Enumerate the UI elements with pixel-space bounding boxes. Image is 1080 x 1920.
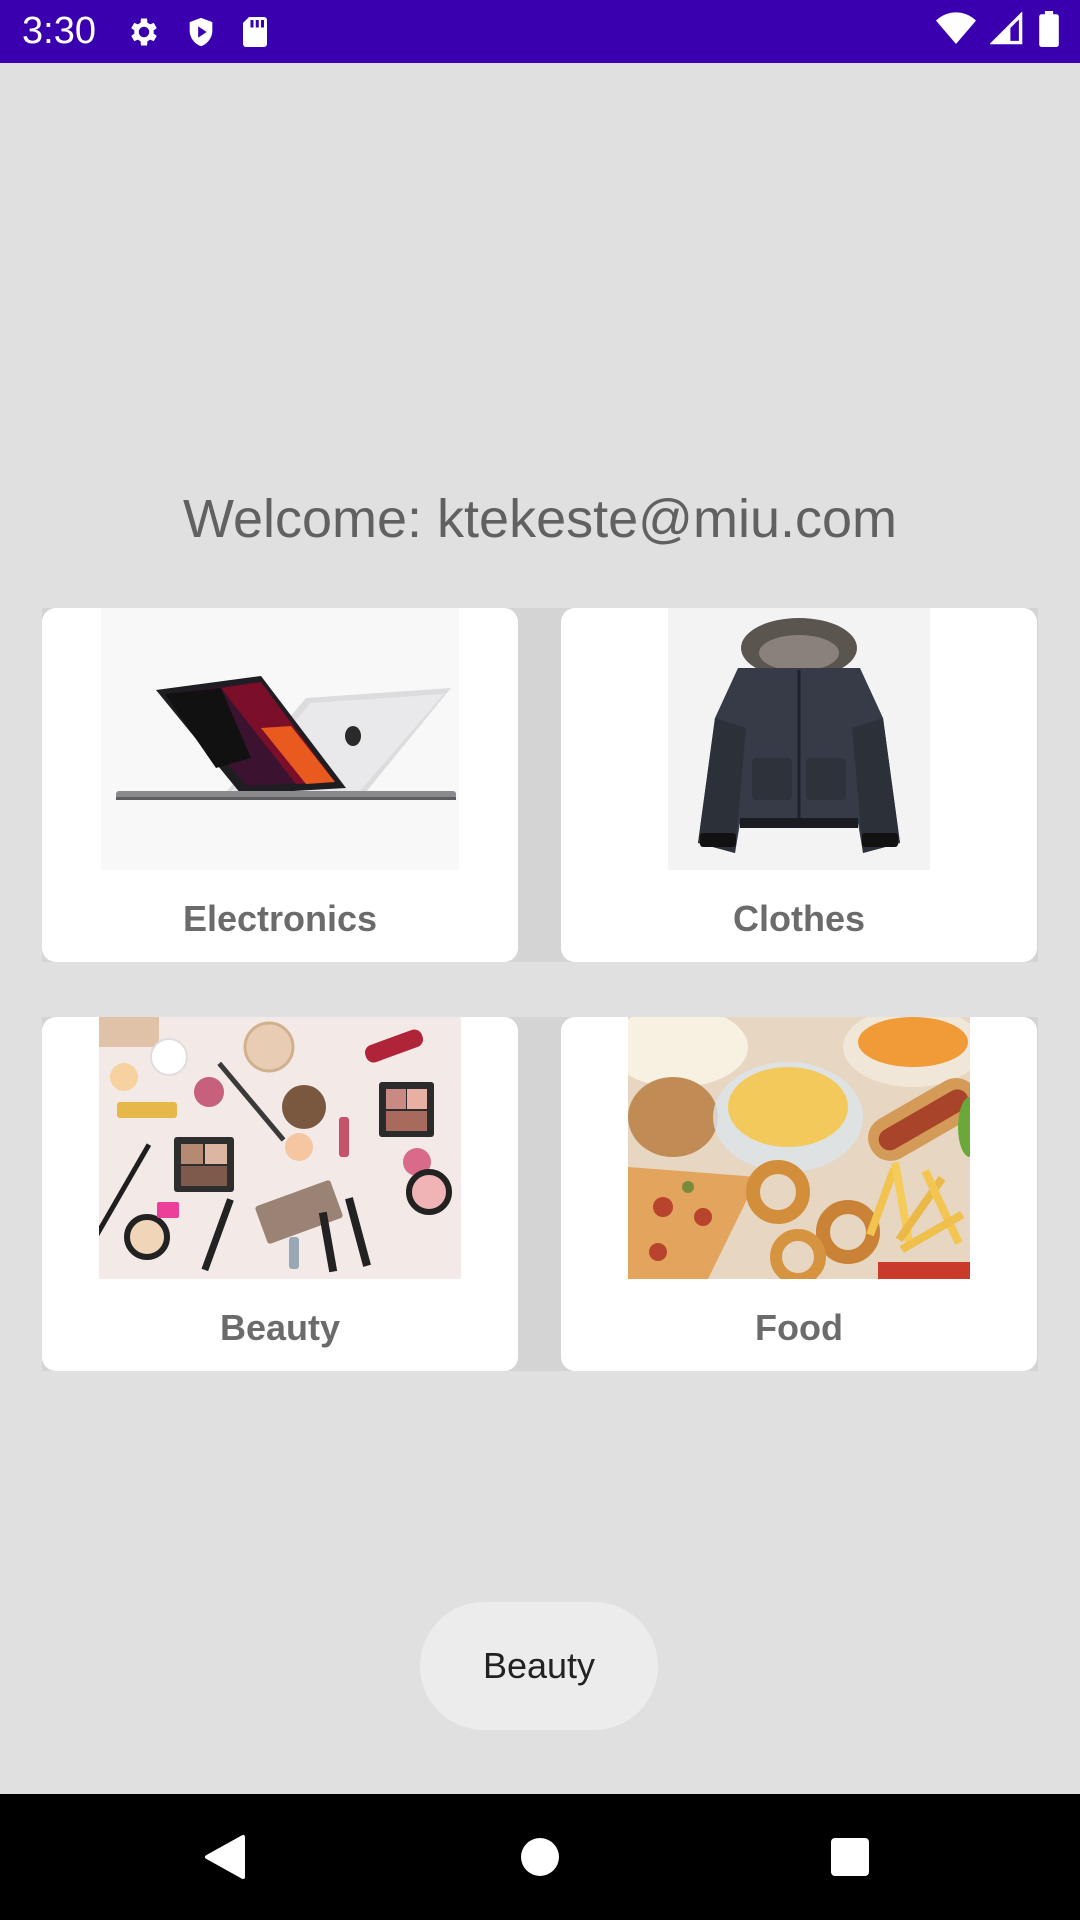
shield-play-icon — [184, 14, 218, 50]
signal-icon — [989, 11, 1024, 51]
toast-message: Beauty — [420, 1602, 658, 1730]
welcome-text: Welcome: ktekeste@miu.com — [182, 489, 898, 549]
category-label: Food — [755, 1307, 843, 1348]
category-label: Electronics — [182, 898, 378, 939]
category-card-beauty[interactable]: Beauty — [42, 1017, 518, 1371]
back-icon[interactable] — [165, 1794, 285, 1920]
category-label: Beauty — [219, 1307, 341, 1348]
category-card-electronics[interactable]: Electronics — [42, 608, 518, 962]
snack-food-image — [628, 1017, 970, 1279]
battery-icon — [1038, 11, 1060, 52]
cosmetics-image — [99, 1017, 461, 1279]
navigation-bar — [0, 1794, 1080, 1920]
jacket-image — [668, 608, 930, 870]
wifi-icon — [936, 12, 976, 51]
sd-card-icon — [240, 14, 270, 50]
category-label: Clothes — [732, 898, 865, 939]
category-card-clothes[interactable]: Clothes — [561, 608, 1037, 962]
status-time: 3:30 — [22, 10, 96, 52]
gear-icon — [126, 14, 162, 50]
category-card-food[interactable]: Food — [561, 1017, 1037, 1371]
home-icon[interactable] — [480, 1794, 600, 1920]
laptop-image — [101, 608, 459, 870]
status-bar: 3:30 — [0, 0, 1080, 63]
recents-icon[interactable] — [790, 1794, 910, 1920]
